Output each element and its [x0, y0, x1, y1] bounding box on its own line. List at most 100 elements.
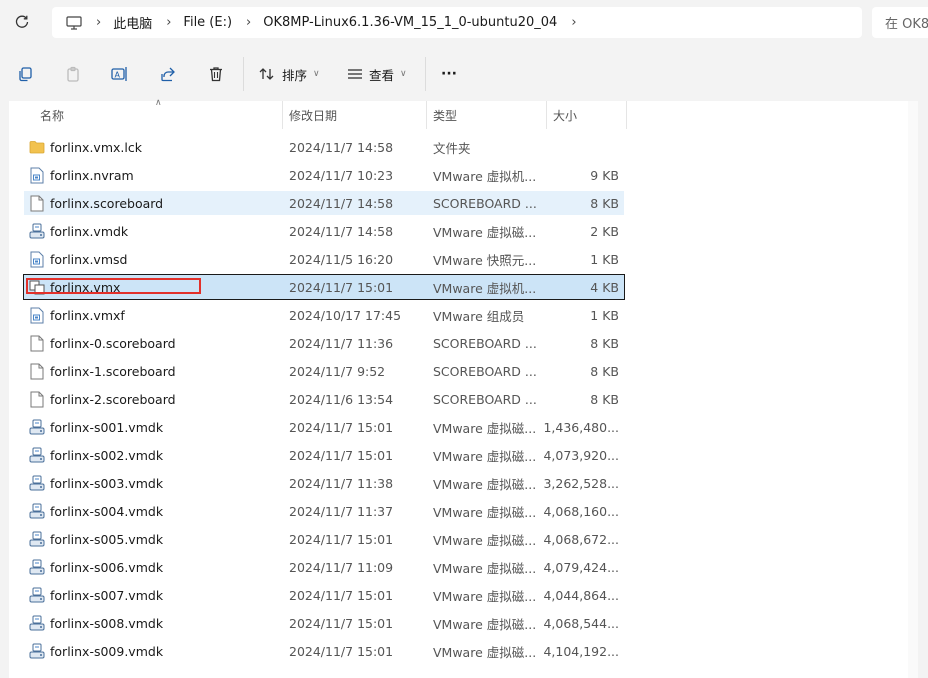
file-type: VMware 虚拟磁... — [433, 420, 537, 436]
file-size: 1,436,480... — [544, 419, 619, 435]
file-size: 9 KB — [590, 167, 619, 183]
disk-icon — [29, 502, 45, 520]
file-name: forlinx.scoreboard — [50, 195, 164, 211]
file-size: 4 KB — [590, 279, 619, 295]
file-name-cell[interactable]: forlinx-s003.vmdk — [29, 471, 279, 495]
file-size — [544, 135, 619, 159]
file-name: forlinx-s007.vmdk — [50, 587, 164, 603]
rename-icon: A — [111, 67, 127, 81]
file-name-cell[interactable]: forlinx.scoreboard — [29, 191, 279, 215]
paste-button[interactable] — [61, 61, 85, 87]
refresh-button[interactable] — [10, 10, 34, 34]
file-name-cell[interactable]: forlinx.nvram — [29, 163, 279, 187]
file-row[interactable]: forlinx.nvram 2024/11/7 10:23 VMware 虚拟机..… — [24, 163, 624, 187]
file-type: VMware 虚拟磁... — [433, 644, 537, 660]
file-name-cell[interactable]: forlinx-0.scoreboard — [29, 331, 279, 355]
file-name: forlinx-s009.vmdk — [50, 643, 164, 659]
file-row[interactable]: forlinx-s009.vmdk 2024/11/7 15:01 VMware 虚… — [24, 639, 624, 663]
file-name-cell[interactable]: forlinx-2.scoreboard — [29, 387, 279, 411]
file-name-cell[interactable]: forlinx-s005.vmdk — [29, 527, 279, 551]
share-button[interactable] — [156, 61, 180, 87]
file-row[interactable]: forlinx-s006.vmdk 2024/11/7 11:09 VMware 虚… — [24, 555, 624, 579]
column-header-date[interactable]: 修改日期 — [289, 101, 419, 129]
file-row[interactable]: forlinx-s008.vmdk 2024/11/7 15:01 VMware 虚… — [24, 611, 624, 635]
file-name-cell[interactable]: forlinx.vmsd — [29, 247, 279, 271]
file-name-cell[interactable]: forlinx.vmdk — [29, 219, 279, 243]
file-name-cell[interactable]: forlinx-1.scoreboard — [29, 359, 279, 383]
file-row[interactable]: forlinx.scoreboard 2024/11/7 14:58 SCOREBO… — [24, 191, 624, 215]
file-row[interactable]: forlinx-s007.vmdk 2024/11/7 15:01 VMware 虚… — [24, 583, 624, 607]
file-name: forlinx.vmsd — [50, 251, 128, 267]
file-name-cell[interactable]: forlinx-s001.vmdk — [29, 415, 279, 439]
file-row[interactable]: forlinx-s002.vmdk 2024/11/7 15:01 VMware 虚… — [24, 443, 624, 467]
file-row[interactable]: forlinx.vmxf 2024/10/17 17:45 VMware 组成员 1 … — [24, 303, 624, 327]
column-divider[interactable] — [426, 101, 427, 129]
file-name-cell[interactable]: forlinx-s004.vmdk — [29, 499, 279, 523]
file-name-cell[interactable]: forlinx-s008.vmdk — [29, 611, 279, 635]
refresh-icon — [15, 15, 29, 28]
file-row[interactable]: forlinx.vmsd 2024/11/5 16:20 VMware 快照元...… — [24, 247, 624, 271]
column-header-name-label: 名称 — [40, 108, 65, 123]
column-header-size[interactable]: 大小 — [553, 101, 623, 129]
chevron-right-icon[interactable]: › — [246, 15, 251, 30]
file-row[interactable]: forlinx-1.scoreboard 2024/11/7 9:52 SCOREB… — [24, 359, 624, 383]
copy-button[interactable] — [13, 61, 37, 87]
file-size: 2 KB — [590, 223, 619, 239]
file-date: 2024/11/7 15:01 — [289, 447, 394, 463]
file-date: 2024/11/7 14:58 — [289, 139, 394, 155]
file-name-cell[interactable]: forlinx-s009.vmdk — [29, 639, 279, 663]
column-header-name[interactable]: 名称 — [40, 101, 280, 129]
file-type: SCOREBOARD ... — [433, 391, 537, 407]
file-row[interactable]: forlinx-s004.vmdk 2024/11/7 11:37 VMware 虚… — [24, 499, 624, 523]
view-button[interactable]: 查看 ∨ — [347, 61, 407, 87]
sort-button[interactable]: 排序 ∨ — [258, 61, 320, 87]
file-date: 2024/11/7 14:58 — [289, 223, 394, 239]
file-name: forlinx.vmxf — [50, 307, 125, 323]
copy-icon — [19, 67, 32, 82]
delete-button[interactable] — [204, 61, 228, 87]
disk-icon — [29, 474, 45, 492]
disk-icon — [29, 558, 45, 576]
file-date: 2024/11/7 10:23 — [289, 167, 394, 183]
file-type: VMware 快照元... — [433, 252, 537, 268]
search-input[interactable]: 在 OK8 — [872, 7, 928, 38]
file-date: 2024/11/7 15:01 — [289, 419, 394, 435]
more-options-button[interactable]: ··· — [441, 61, 457, 87]
file-name: forlinx-1.scoreboard — [50, 363, 176, 379]
file-row[interactable]: forlinx-s005.vmdk 2024/11/7 15:01 VMware 虚… — [24, 527, 624, 551]
rename-button[interactable]: A — [108, 61, 132, 87]
column-divider[interactable] — [282, 101, 283, 129]
command-bar: A 排序 ∨ 查看 ∨ ··· — [0, 47, 928, 101]
file-name-cell[interactable]: forlinx-s007.vmdk — [29, 583, 279, 607]
address-box[interactable]: › 此电脑 › File (E:) › OK8MP-Linux6.1.36-VM… — [52, 7, 862, 38]
file-name-cell[interactable]: forlinx-s006.vmdk — [29, 555, 279, 579]
breadcrumb-drive[interactable]: File (E:) — [183, 15, 232, 30]
file-type: SCOREBOARD ... — [433, 335, 537, 351]
file-name-cell[interactable]: forlinx.vmx — [29, 275, 279, 299]
file-row[interactable]: forlinx-2.scoreboard 2024/11/6 13:54 SCORE… — [24, 387, 624, 411]
breadcrumb-folder[interactable]: OK8MP-Linux6.1.36-VM_15_1_0-ubuntu20_04 — [263, 15, 557, 30]
file-name-cell[interactable]: forlinx.vmxf — [29, 303, 279, 327]
chevron-right-icon[interactable]: › — [166, 15, 171, 30]
file-row[interactable]: forlinx-0.scoreboard 2024/11/7 11:36 SCORE… — [24, 331, 624, 355]
file-name: forlinx-s006.vmdk — [50, 559, 164, 575]
file-row[interactable]: forlinx.vmx 2024/11/7 15:01 VMware 虚拟机... 4… — [23, 274, 625, 300]
chevron-right-icon[interactable]: › — [571, 15, 576, 30]
file-name-cell[interactable]: forlinx.vmx.lck — [29, 135, 279, 159]
column-divider[interactable] — [546, 101, 547, 129]
vertical-scrollbar[interactable] — [908, 101, 918, 678]
file-name-cell[interactable]: forlinx-s002.vmdk — [29, 443, 279, 467]
file-row[interactable]: forlinx-s001.vmdk 2024/11/7 15:01 VMware 虚… — [24, 415, 624, 439]
file-name: forlinx-s008.vmdk — [50, 615, 164, 631]
file-row[interactable]: forlinx-s003.vmdk 2024/11/7 11:38 VMware 虚… — [24, 471, 624, 495]
file-type: SCOREBOARD ... — [433, 363, 537, 379]
file-date: 2024/11/6 13:54 — [289, 391, 394, 407]
blank-file-icon — [29, 334, 45, 352]
column-header-type[interactable]: 类型 — [433, 101, 543, 129]
sort-icon — [259, 68, 274, 80]
column-divider[interactable] — [626, 101, 627, 129]
file-row[interactable]: forlinx.vmx.lck 2024/11/7 14:58 文件夹 — [24, 135, 624, 159]
file-row[interactable]: forlinx.vmdk 2024/11/7 14:58 VMware 虚拟磁...… — [24, 219, 624, 243]
breadcrumb-this-pc[interactable]: 此电脑 — [113, 13, 152, 32]
blank-file-icon — [29, 194, 45, 212]
